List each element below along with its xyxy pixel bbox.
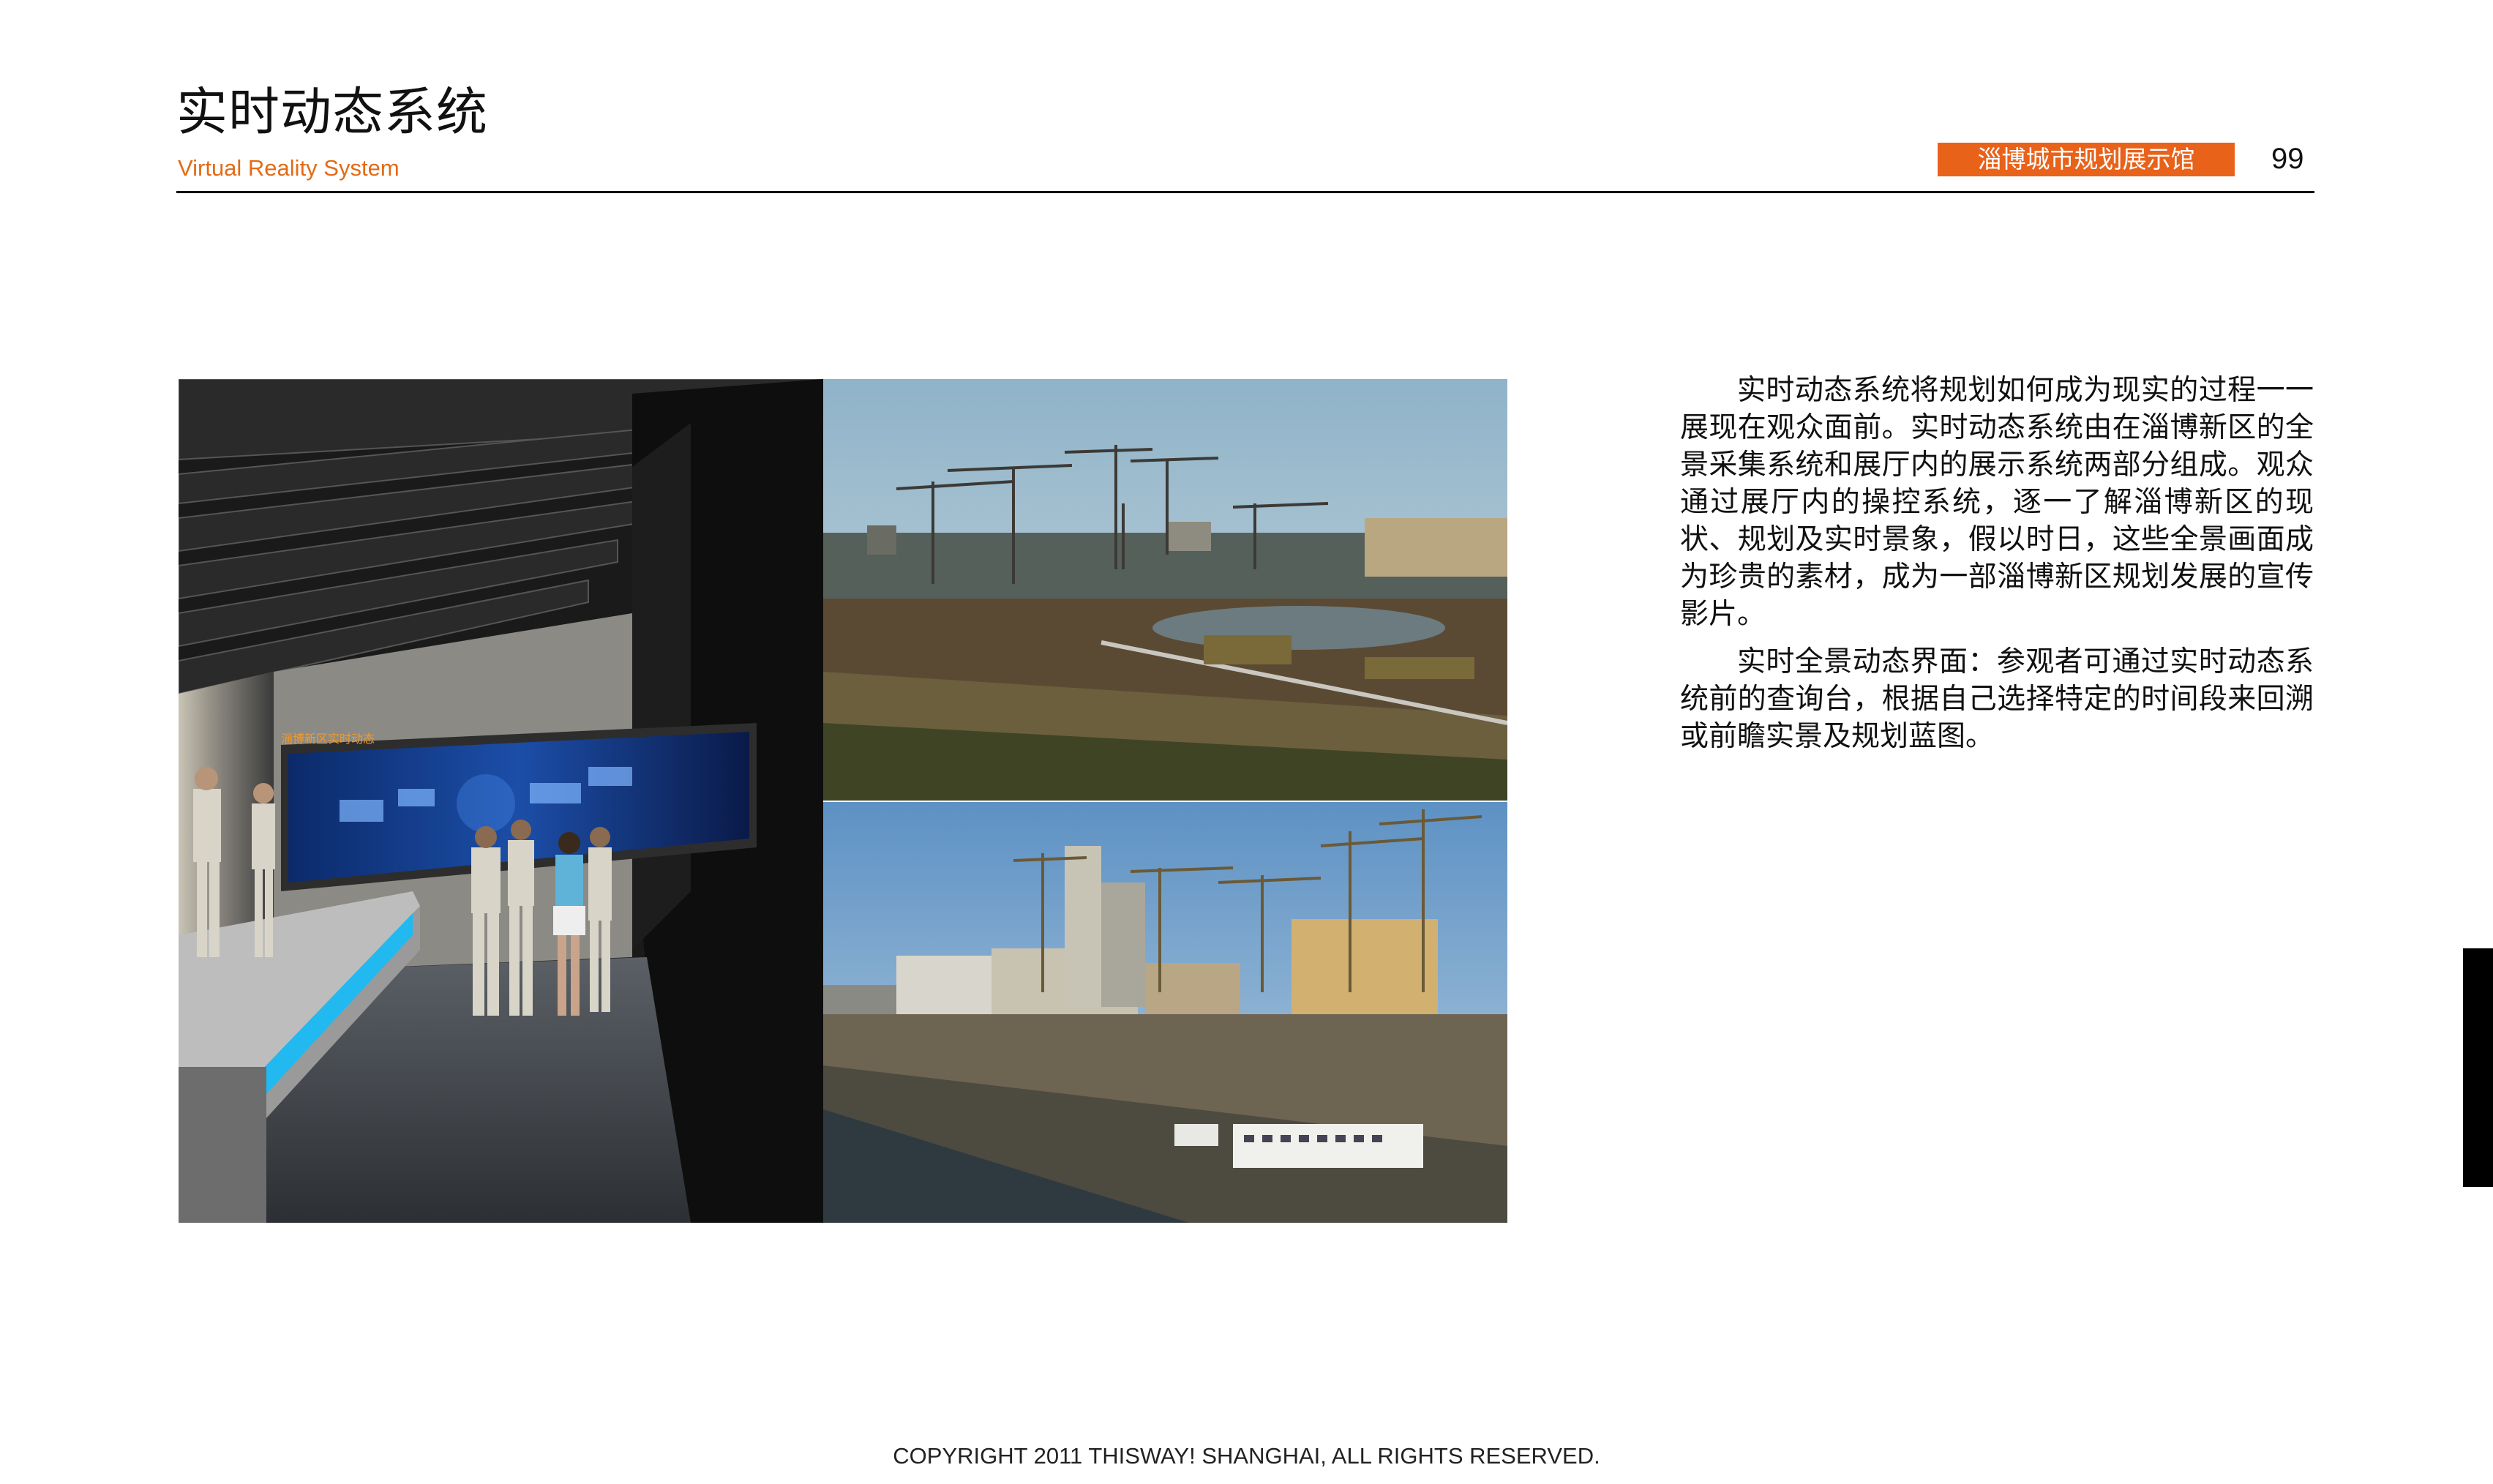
venue-badge: 淄博城市规划展示馆 [1938, 143, 2235, 176]
page-number: 99 [2271, 143, 2304, 175]
copyright-footer: COPYRIGHT 2011 THISWAY! SHANGHAI, ALL RI… [893, 1443, 1600, 1469]
construction-site-photo-top [823, 379, 1507, 801]
description-text: 实时动态系统将规划如何成为现实的过程一一展现在观众面前。实时动态系统由在淄博新区… [1680, 372, 2314, 765]
page-subtitle: Virtual Reality System [178, 155, 400, 181]
header-rule [176, 191, 2314, 193]
exhibition-hall-photo: 淄博新区实时动态 [179, 379, 823, 1223]
description-paragraph-2: 实时全景动态界面：参观者可通过实时动态系统前的查询台，根据自己选择特定的时间段来… [1680, 645, 2314, 753]
screen-caption: 淄博新区实时动态 [281, 732, 375, 746]
page-title: 实时动态系统 [176, 82, 488, 142]
chapter-tab-marker [2463, 948, 2493, 1187]
description-paragraph-1: 实时动态系统将规划如何成为现实的过程一一展现在观众面前。实时动态系统由在淄博新区… [1680, 374, 2314, 631]
construction-site-photo-bottom [823, 802, 1507, 1223]
